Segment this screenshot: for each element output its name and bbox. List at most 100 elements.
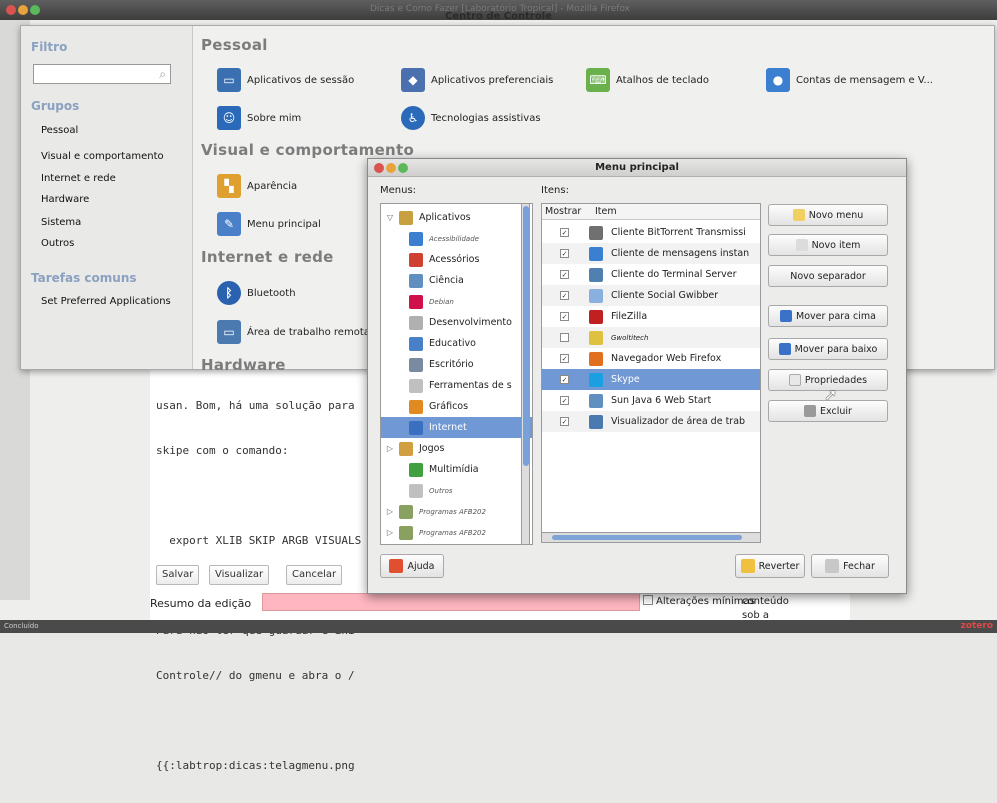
task-item[interactable]: Set Preferred Applications: [41, 296, 171, 307]
menu-tree-row[interactable]: ▽ Aplicativos: [381, 207, 532, 228]
revert-button[interactable]: Reverter: [735, 554, 805, 578]
scrollbar-thumb[interactable]: [523, 206, 529, 466]
menu-tree-label: Aplicativos: [419, 212, 471, 223]
menus-label: Menus:: [380, 185, 417, 196]
scrollbar-thumb[interactable]: [552, 535, 742, 540]
menu-tree-label: Escritório: [429, 359, 474, 370]
group-item[interactable]: Outros: [41, 238, 74, 249]
col-show[interactable]: Mostrar: [545, 206, 581, 217]
show-checkbox[interactable]: ✓: [560, 417, 569, 426]
menu-tree-row[interactable]: Multimídia: [381, 459, 532, 480]
menu-tree-label: Acessórios: [429, 254, 480, 265]
about-me-item[interactable]: ☺ Sobre mim: [217, 104, 301, 132]
expander-icon[interactable]: ▷: [385, 528, 395, 537]
checkbox-icon[interactable]: [643, 595, 653, 605]
keyboard-shortcuts-item[interactable]: ⌨ Atalhos de teclado: [586, 66, 709, 94]
wiki-editor-text[interactable]: usan. Bom, há uma solução para skipe com…: [156, 368, 361, 803]
group-item[interactable]: Visual e comportamento: [41, 151, 164, 162]
groups-heading: Grupos: [31, 99, 80, 113]
show-checkbox[interactable]: [560, 333, 569, 342]
menu-tree-row[interactable]: Internet: [381, 417, 532, 438]
help-button[interactable]: Ajuda: [380, 554, 444, 578]
session-apps-item[interactable]: ▭ Aplicativos de sessão: [217, 66, 354, 94]
show-checkbox[interactable]: ✓: [560, 375, 569, 384]
expander-icon[interactable]: ▷: [385, 444, 395, 453]
menu-tree-row[interactable]: Acessibilidade: [381, 228, 532, 249]
messaging-accounts-item[interactable]: ● Contas de mensagem e V...: [766, 66, 933, 94]
menu-tree-row[interactable]: Desenvolvimento: [381, 312, 532, 333]
show-checkbox[interactable]: ✓: [560, 354, 569, 363]
menu-item-row[interactable]: ✓ Cliente de mensagens instan: [542, 243, 760, 264]
app-icon: [589, 393, 603, 408]
preferred-apps-item[interactable]: ◆ Aplicativos preferenciais: [401, 66, 553, 94]
col-item[interactable]: Item: [595, 206, 617, 217]
menu-item-row[interactable]: ✓ Visualizador de área de trab: [542, 411, 760, 432]
menu-item-row[interactable]: ✓ Cliente do Terminal Server: [542, 264, 760, 285]
remote-desktop-item[interactable]: ▭ Área de trabalho remota: [217, 318, 370, 346]
show-checkbox[interactable]: ✓: [560, 396, 569, 405]
app-icon: [589, 246, 603, 261]
app-icon: [589, 225, 603, 240]
main-menu-item[interactable]: ✎ Menu principal: [217, 210, 321, 238]
menu-tree-label: Gráficos: [429, 401, 469, 412]
menu-tree-row[interactable]: Ciência: [381, 270, 532, 291]
show-checkbox[interactable]: ✓: [560, 270, 569, 279]
menus-scrollbar[interactable]: [521, 203, 530, 545]
new-item-button[interactable]: Novo item: [768, 234, 888, 256]
group-item[interactable]: Sistema: [41, 217, 81, 228]
show-checkbox[interactable]: ✓: [560, 228, 569, 237]
show-checkbox[interactable]: ✓: [560, 312, 569, 321]
app-icon: [589, 288, 603, 303]
menu-tree-row[interactable]: ▷ Jogos: [381, 438, 532, 459]
menu-tree-row[interactable]: ▷ Programas AFB202: [381, 501, 532, 522]
filter-input[interactable]: ⌕: [33, 64, 171, 84]
cancel-button[interactable]: Cancelar: [286, 565, 343, 585]
arrow-down-icon: [778, 343, 791, 355]
menu-category-icon: [409, 252, 423, 267]
app-icon: [589, 414, 603, 429]
menu-tree-row[interactable]: Debian: [381, 291, 532, 312]
menu-tree-row[interactable]: ▷ Programas AFB202: [381, 522, 532, 543]
menu-item-row[interactable]: ✓ Cliente Social Gwibber: [542, 285, 760, 306]
menu-tree-row[interactable]: Outros: [381, 480, 532, 501]
menu-item-row[interactable]: ✓ Cliente BitTorrent Transmissi: [542, 222, 760, 243]
appearance-item[interactable]: ▚ Aparência: [217, 172, 297, 200]
assistive-tech-item[interactable]: ♿ Tecnologias assistivas: [401, 104, 541, 132]
show-checkbox[interactable]: ✓: [560, 291, 569, 300]
expander-icon[interactable]: ▷: [385, 507, 395, 516]
menu-item-row[interactable]: ✓ Navegador Web Firefox: [542, 348, 760, 369]
editor-line: usan. Bom, há uma solução para: [156, 399, 355, 412]
items-list[interactable]: Mostrar Item ✓ Cliente BitTorrent Transmi…: [541, 203, 761, 543]
summary-input[interactable]: [262, 593, 640, 611]
menu-category-icon: [409, 483, 423, 498]
items-hscrollbar[interactable]: [541, 532, 761, 543]
new-separator-button[interactable]: Novo separador: [768, 265, 888, 287]
menu-item-row[interactable]: Gwoltitech: [542, 327, 760, 348]
menu-tree-row[interactable]: Escritório: [381, 354, 532, 375]
menu-tree-row[interactable]: Ferramentas de s: [381, 375, 532, 396]
preview-button[interactable]: Visualizar: [209, 565, 270, 585]
menu-item-row[interactable]: ✓ Skype: [542, 369, 760, 390]
group-item[interactable]: Hardware: [41, 194, 89, 205]
menu-tree-row[interactable]: Educativo: [381, 333, 532, 354]
show-checkbox[interactable]: ✓: [560, 249, 569, 258]
minor-edit-checkbox[interactable]: Alterações mínimas: [643, 595, 755, 607]
dialog-title: Menu principal: [595, 162, 679, 173]
menu-category-icon: [399, 210, 413, 225]
save-button[interactable]: Salvar: [156, 565, 200, 585]
close-button[interactable]: Fechar: [811, 554, 889, 578]
expander-icon[interactable]: ▽: [385, 213, 395, 222]
menu-tree-row[interactable]: Gráficos: [381, 396, 532, 417]
group-item[interactable]: Internet e rede: [41, 173, 116, 184]
move-up-button[interactable]: Mover para cima: [768, 305, 888, 327]
menu-tree-row[interactable]: Acessórios: [381, 249, 532, 270]
move-down-button[interactable]: Mover para baixo: [768, 338, 888, 360]
group-item[interactable]: Pessoal: [41, 125, 78, 136]
bluetooth-item[interactable]: ᛒ Bluetooth: [217, 279, 296, 307]
menus-tree[interactable]: ▽ Aplicativos Acessibilidade Acessórios Ciên…: [380, 203, 533, 545]
menu-item-row[interactable]: ✓ FileZilla: [542, 306, 760, 327]
menu-item-row[interactable]: ✓ Sun Java 6 Web Start: [542, 390, 760, 411]
menu-category-icon: [409, 399, 423, 414]
zotero-button[interactable]: zotero: [961, 621, 993, 631]
new-menu-button[interactable]: Novo menu: [768, 204, 888, 226]
